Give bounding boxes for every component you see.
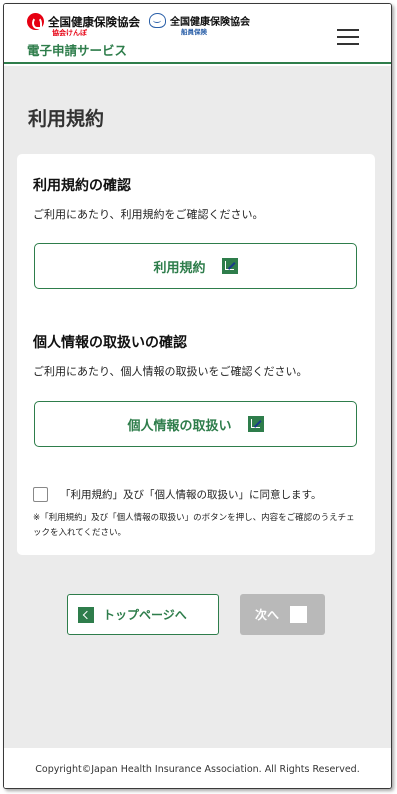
senin-hoken-logo-sub: 船員保険 (181, 28, 207, 36)
site-footer: Copyright©Japan Health Insurance Associa… (4, 748, 391, 788)
next-button-label: 次へ (255, 608, 280, 622)
hamburger-menu-icon[interactable] (337, 29, 359, 45)
service-title: 電子申請サービス (27, 43, 128, 58)
hamburger-line (337, 36, 359, 38)
terms-section-desc: ご利用にあたり、利用規約をご確認ください。 (33, 208, 264, 221)
privacy-section-desc: ご利用にあたり、個人情報の取扱いをご確認ください。 (33, 365, 308, 378)
kyokai-kenpo-logo-sub: 協会けんぽ (52, 29, 87, 37)
agree-checkbox[interactable] (33, 487, 48, 502)
agree-row: 「利用規約」及び「個人情報の取扱い」に同意します。 (33, 487, 321, 502)
kyokai-kenpo-logo-text: 全国健康保険協会 (48, 14, 140, 29)
chevron-left-icon (78, 606, 94, 623)
hamburger-line (337, 43, 359, 45)
chevron-right-icon (290, 606, 308, 623)
next-button[interactable]: 次へ (240, 594, 325, 635)
agree-note: ※「利用規約」及び「個人情報の取扱い」のボタンを押し、内容をご確認のうえチェック… (33, 513, 355, 538)
main-content: 利用規約 利用規約の確認 ご利用にあたり、利用規約をご確認ください。 利用規約 … (4, 66, 391, 748)
external-link-icon (247, 416, 264, 432)
page-title: 利用規約 (28, 108, 105, 130)
top-page-button[interactable]: トップページへ (67, 594, 219, 635)
copyright-text: Copyright©Japan Health Insurance Associa… (35, 763, 360, 775)
privacy-section-title: 個人情報の取扱いの確認 (33, 335, 187, 351)
external-link-icon (221, 258, 238, 274)
site-header: 全国健康保険協会 協会けんぽ 全国健康保険協会 船員保険 電子申請サービス (4, 4, 391, 64)
terms-button[interactable]: 利用規約 (34, 243, 357, 289)
hamburger-line (337, 29, 359, 31)
terms-button-label: 利用規約 (153, 260, 206, 276)
senin-hoken-icon (149, 13, 166, 28)
agree-label[interactable]: 「利用規約」及び「個人情報の取扱い」に同意します。 (60, 487, 321, 502)
terms-card: 利用規約の確認 ご利用にあたり、利用規約をご確認ください。 利用規約 個人情報の… (17, 154, 375, 555)
kyokai-kenpo-icon (27, 13, 44, 30)
privacy-button[interactable]: 個人情報の取扱い (34, 401, 357, 447)
top-page-button-label: トップページへ (103, 608, 187, 622)
privacy-button-label: 個人情報の取扱い (127, 418, 232, 434)
app-frame: 全国健康保険協会 協会けんぽ 全国健康保険協会 船員保険 電子申請サービス 利用… (3, 3, 392, 789)
terms-section-title: 利用規約の確認 (33, 178, 131, 194)
